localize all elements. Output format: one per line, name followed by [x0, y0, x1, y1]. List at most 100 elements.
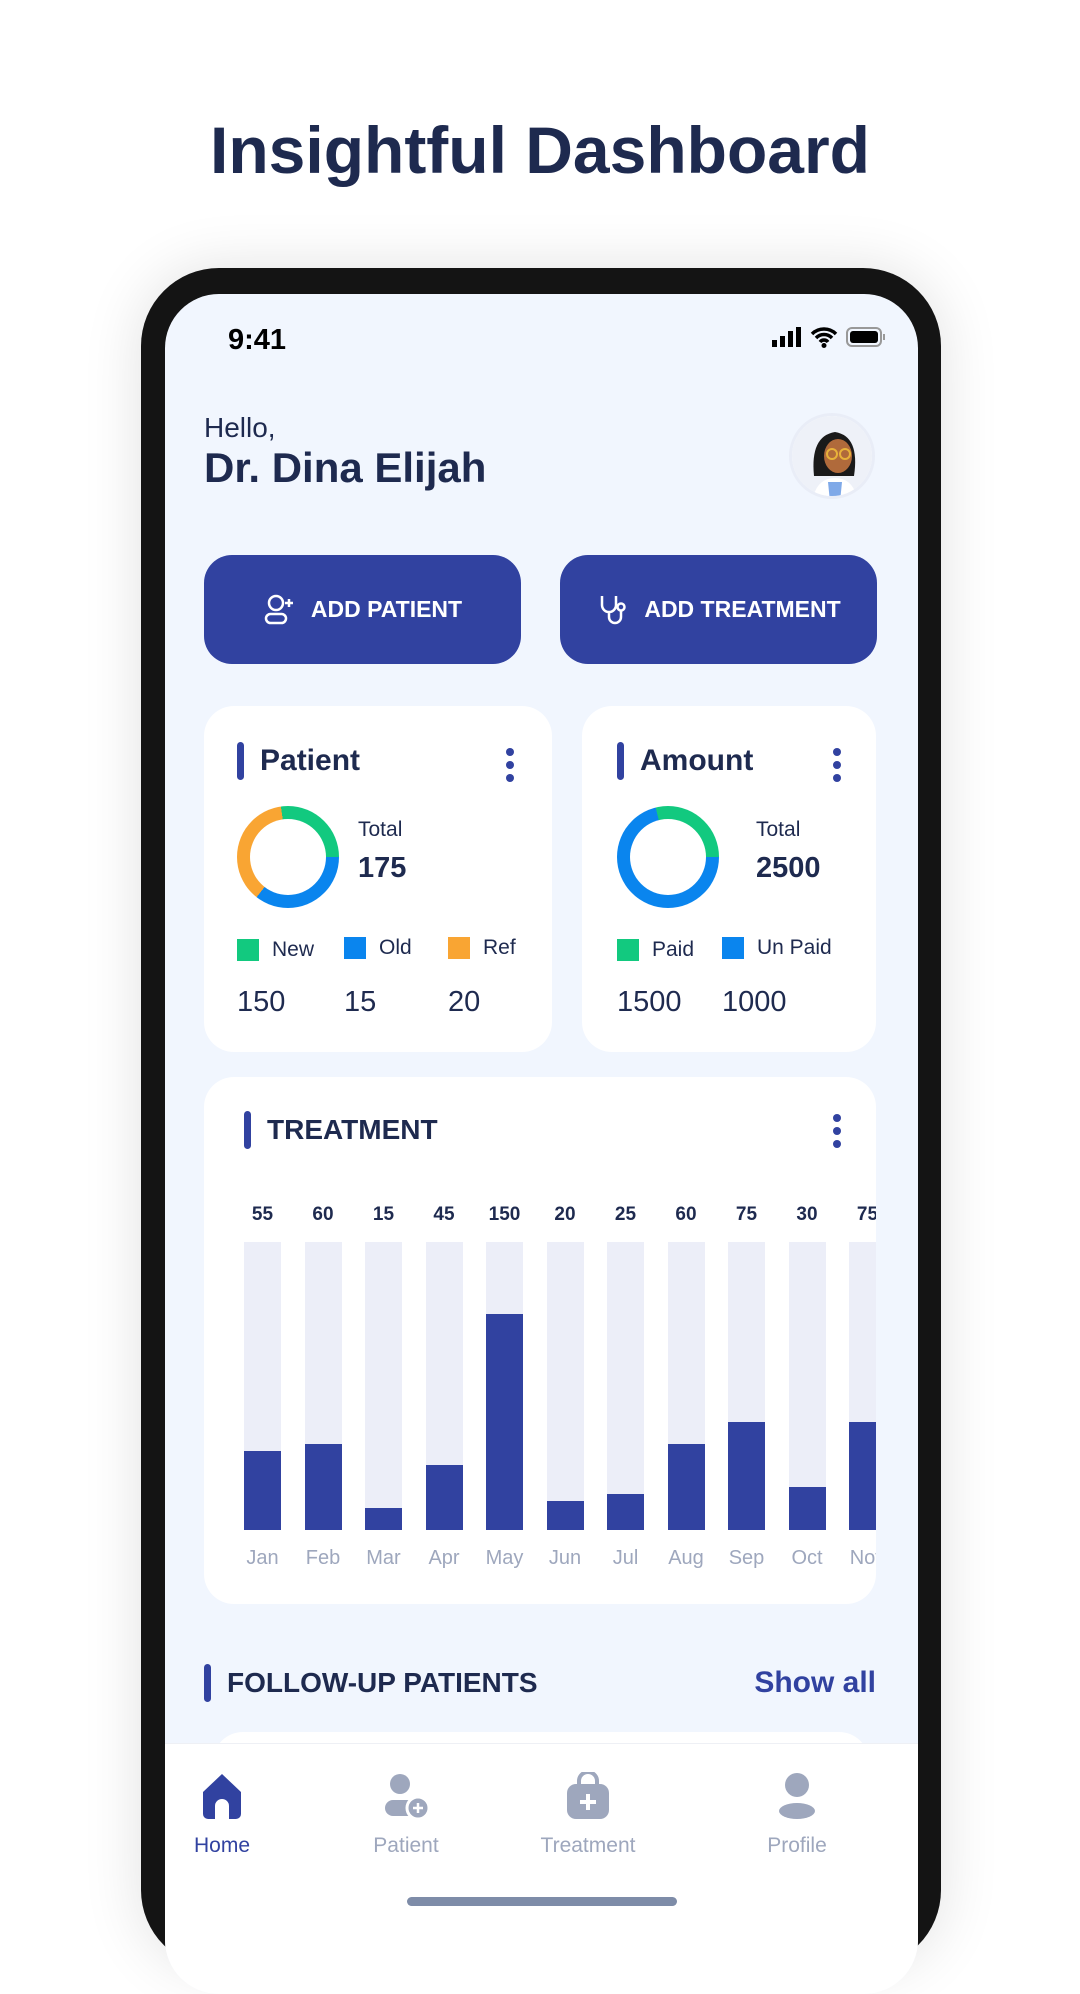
legend-label: Old [379, 936, 412, 959]
x-tick-label: Feb [305, 1547, 341, 1569]
nav-profile[interactable]: Profile [727, 1772, 867, 1858]
legend-swatch [722, 937, 744, 959]
legend-old: Old [344, 936, 412, 960]
bar-value-label: 60 [675, 1204, 697, 1225]
nav-label: Patient [373, 1834, 439, 1857]
bar [365, 1508, 402, 1530]
bottom-nav: Home Patient Treatment Profile [165, 1743, 918, 1994]
stethoscope-icon [601, 595, 627, 624]
profile-icon [779, 1773, 815, 1819]
bar [304, 1443, 342, 1530]
bar-value-label: 75 [856, 1204, 876, 1225]
add-patient-button[interactable]: ADD PATIENT [204, 555, 521, 664]
legend-swatch [448, 937, 470, 959]
legend-label: New [272, 938, 315, 961]
bar-value-label: 20 [554, 1204, 576, 1225]
bar [546, 1501, 584, 1530]
accent-bar [204, 1664, 211, 1702]
status-icons [772, 326, 886, 348]
legend-label: Paid [652, 938, 695, 961]
nav-patient[interactable]: Patient [336, 1772, 476, 1858]
accent-bar [617, 742, 624, 780]
doctor-name: Dr. Dina Elijah [204, 444, 487, 491]
nav-treatment[interactable]: Treatment [518, 1772, 658, 1858]
treatment-bar-chart: 55 Jan 60 Feb 15 Mar 45 Apr 150 May 20 Jun 25 Jul 60 Au… [204, 1077, 876, 1604]
followup-title: FOLLOW-UP PATIENTS [227, 1667, 538, 1698]
x-tick-label: May [485, 1547, 524, 1569]
nav-label: Treatment [540, 1834, 636, 1857]
patient-total-label: Total [358, 818, 403, 841]
x-tick-label: Sep [728, 1547, 765, 1569]
bar [607, 1494, 644, 1530]
greeting-hello: Hello, [204, 412, 276, 443]
amount-donut-chart [617, 806, 719, 908]
x-tick-label: Aug [668, 1547, 704, 1569]
status-time: 9:41 [228, 324, 287, 356]
medical-bag-icon [567, 1772, 609, 1819]
bar-value-label: 75 [735, 1204, 758, 1225]
followup-header: FOLLOW-UP PATIENTS [204, 1664, 538, 1702]
battery-icon [846, 327, 885, 347]
bar [667, 1443, 705, 1530]
amount-card-header: Amount [617, 742, 753, 780]
x-tick-label: Jul [612, 1547, 639, 1569]
nav-label: Home [193, 1834, 251, 1857]
bar [244, 1450, 281, 1530]
patient-total-value: 175 [358, 852, 407, 884]
ref-value: 20 [448, 986, 481, 1018]
x-tick-label: Jun [548, 1547, 582, 1569]
legend-label: Un Paid [757, 936, 832, 959]
x-tick-label: Apr [428, 1547, 460, 1569]
add-user-icon [264, 594, 293, 624]
legend-unpaid: Un Paid [722, 936, 832, 960]
bar-value-label: 30 [796, 1204, 818, 1225]
add-patient-icon [385, 1774, 430, 1820]
legend-swatch [617, 939, 639, 961]
bar [425, 1465, 463, 1530]
signal-icon [772, 327, 801, 347]
amount-card-title: Amount [640, 744, 754, 777]
nav-label: Profile [767, 1834, 827, 1857]
patient-more-icon[interactable] [506, 748, 514, 782]
legend-paid: Paid [617, 938, 694, 962]
legend-new: New [237, 938, 314, 962]
bar [849, 1422, 876, 1530]
page-headline: Insightful Dashboard [210, 113, 870, 187]
avatar[interactable] [789, 413, 875, 499]
x-tick-label: Mar [366, 1547, 401, 1569]
old-value: 15 [344, 986, 377, 1018]
bar-track [546, 1242, 584, 1530]
new-value: 150 [237, 986, 286, 1018]
show-all-link[interactable]: Show all [754, 1666, 876, 1700]
bar-value-label: 150 [488, 1204, 521, 1225]
bar-value-label: 15 [372, 1204, 395, 1225]
bar [728, 1422, 765, 1530]
nav-home[interactable]: Home [165, 1772, 292, 1858]
unpaid-value: 1000 [722, 986, 787, 1018]
add-treatment-button[interactable]: ADD TREATMENT [560, 555, 877, 664]
wifi-icon [810, 327, 838, 348]
bar-value-label: 25 [614, 1204, 637, 1225]
treatment-card: TREATMENT 55 Jan 60 Feb 15 Mar 45 Apr 150 May 20 Ju… [204, 1077, 876, 1604]
patient-card-title: Patient [260, 744, 361, 777]
bar-value-label: 55 [251, 1204, 274, 1225]
home-icon [203, 1774, 241, 1819]
bar-track [365, 1242, 402, 1530]
bar [486, 1314, 523, 1530]
amount-card: Amount Total 2500 Paid Un Paid 1500 1000 [582, 706, 876, 1052]
legend-swatch [237, 939, 259, 961]
x-tick-label: Oct [791, 1547, 823, 1569]
paid-value: 1500 [617, 986, 682, 1018]
bar-value-label: 60 [312, 1204, 334, 1225]
x-tick-label: Nov [849, 1547, 876, 1569]
legend-swatch [344, 937, 366, 959]
amount-total-value: 2500 [756, 852, 821, 884]
add-patient-label: ADD PATIENT [310, 596, 463, 622]
home-indicator [407, 1897, 677, 1906]
add-treatment-label: ADD TREATMENT [644, 596, 841, 622]
amount-more-icon[interactable] [833, 748, 841, 782]
patient-card: Patient Total 175 New Old Ref 150 15 20 [204, 706, 552, 1052]
amount-total-label: Total [756, 818, 801, 841]
doctor-avatar-icon [792, 416, 872, 496]
patient-donut-chart [237, 806, 339, 908]
